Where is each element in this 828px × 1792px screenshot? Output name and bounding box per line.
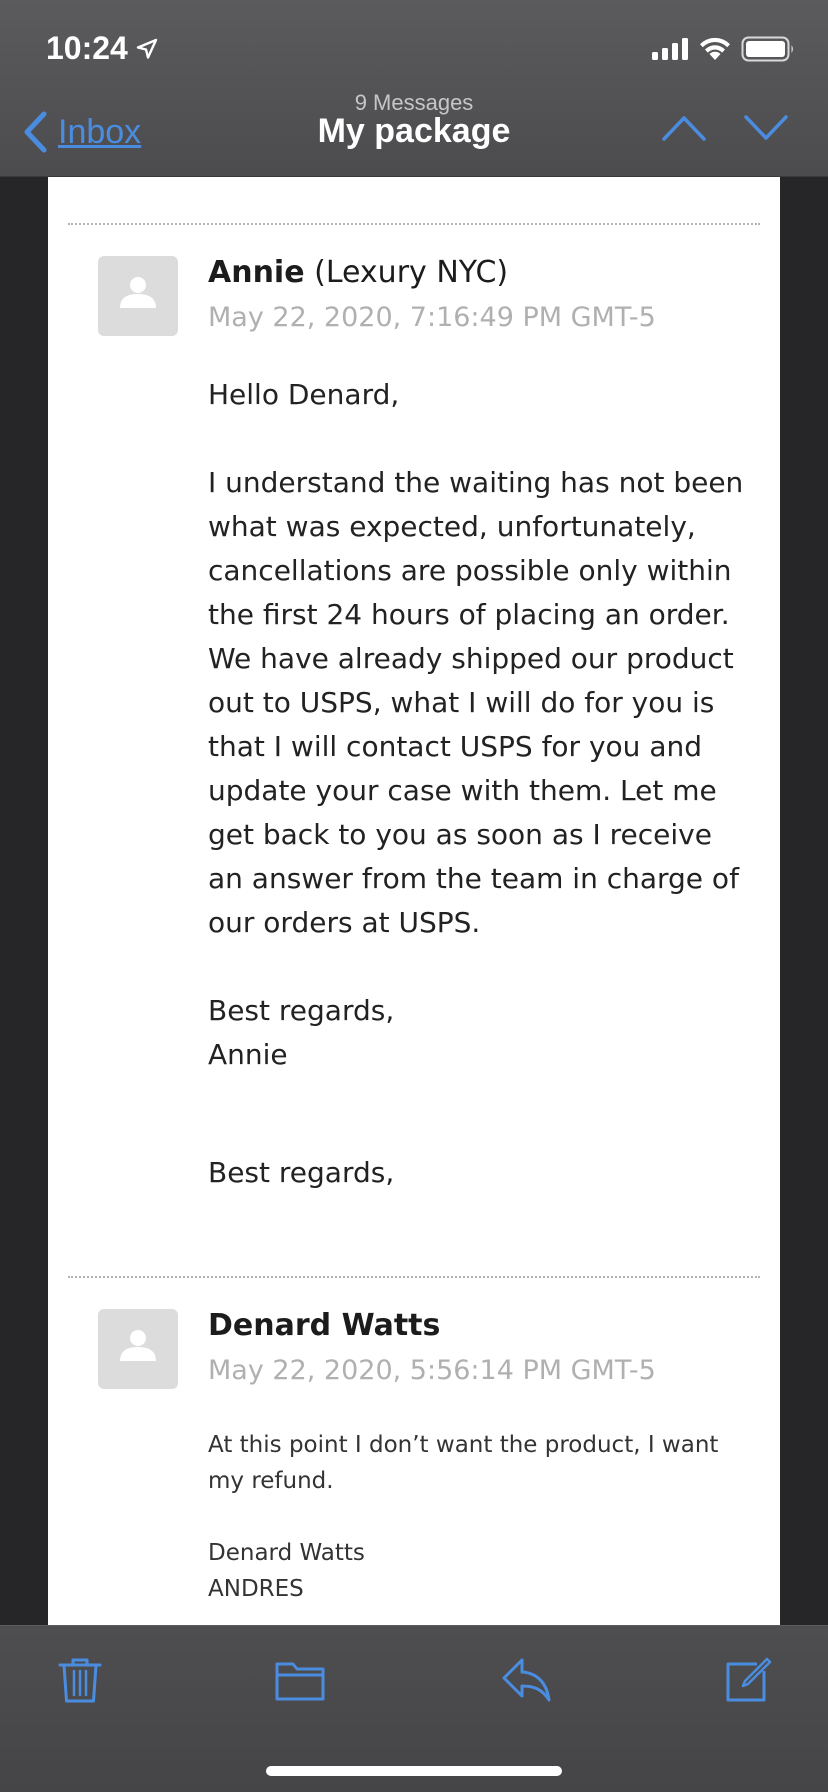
top-bar: 10:24 Inbox 9 Messages My package xyxy=(0,0,828,177)
body-line: out to USPS, what I will do for you is xyxy=(208,686,715,719)
sender-organization: (Lexury NYC) xyxy=(314,255,509,290)
status-time: 10:24 xyxy=(46,30,128,66)
body-line: the first 24 hours of placing an order. xyxy=(208,598,730,631)
body-greeting: Hello Denard, xyxy=(208,378,400,411)
body-line: We have already shipped our product xyxy=(208,642,734,675)
avatar-placeholder-icon xyxy=(98,256,178,336)
reply-icon[interactable] xyxy=(500,1656,552,1702)
folder-icon[interactable] xyxy=(274,1656,326,1702)
avatar-placeholder-icon xyxy=(98,1309,178,1389)
chevron-up-icon[interactable] xyxy=(662,114,706,142)
body-line: At this point I don’t want the product, … xyxy=(208,1432,719,1458)
body-signoff-repeat: Best regards, xyxy=(208,1156,395,1189)
location-arrow-icon xyxy=(136,38,158,59)
cellular-signal-icon xyxy=(652,38,688,60)
sender-name: Annie xyxy=(208,255,305,290)
compose-icon[interactable] xyxy=(724,1656,772,1704)
body-signature: ANDRES xyxy=(208,1576,304,1602)
mail-screen: 10:24 Inbox 9 Messages My package Annie … xyxy=(0,0,828,1792)
body-line: my refund. xyxy=(208,1468,334,1494)
body-line: update your case with them. Let me xyxy=(208,774,717,807)
message-sender: Denard Watts xyxy=(208,1308,440,1343)
sender-name: Denard Watts xyxy=(208,1308,441,1343)
home-indicator[interactable] xyxy=(266,1766,562,1776)
body-signature: Denard Watts xyxy=(208,1540,365,1566)
message-body: Hello Denard, I understand the waiting h… xyxy=(208,373,768,1195)
trash-icon[interactable] xyxy=(58,1656,102,1704)
body-line: cancellations are possible only within xyxy=(208,554,732,587)
message-date: May 22, 2020, 7:16:49 PM GMT-5 xyxy=(208,302,656,333)
body-line: that I will contact USPS for you and xyxy=(208,730,702,763)
message-sender: Annie (Lexury NYC) xyxy=(208,255,508,290)
battery-icon xyxy=(741,36,793,62)
chevron-down-icon[interactable] xyxy=(744,114,788,142)
message-divider xyxy=(68,223,760,225)
message-date: May 22, 2020, 5:56:14 PM GMT-5 xyxy=(208,1355,656,1386)
message-body: At this point I don’t want the product, … xyxy=(208,1427,768,1607)
body-signoff: Best regards, xyxy=(208,994,395,1027)
body-line: I understand the waiting has not been xyxy=(208,466,744,499)
message-divider xyxy=(68,1276,760,1278)
wifi-icon xyxy=(700,37,730,60)
navigation-bar: Inbox 9 Messages My package xyxy=(0,82,828,177)
body-line: get back to you as soon as I receive xyxy=(208,818,712,851)
body-line: an answer from the team in charge of xyxy=(208,862,739,895)
body-line: what was expected, unfortunately, xyxy=(208,510,696,543)
message-thread[interactable]: Annie (Lexury NYC) May 22, 2020, 7:16:49… xyxy=(48,177,780,1625)
body-line: our orders at USPS. xyxy=(208,906,481,939)
body-signature: Annie xyxy=(208,1038,288,1071)
